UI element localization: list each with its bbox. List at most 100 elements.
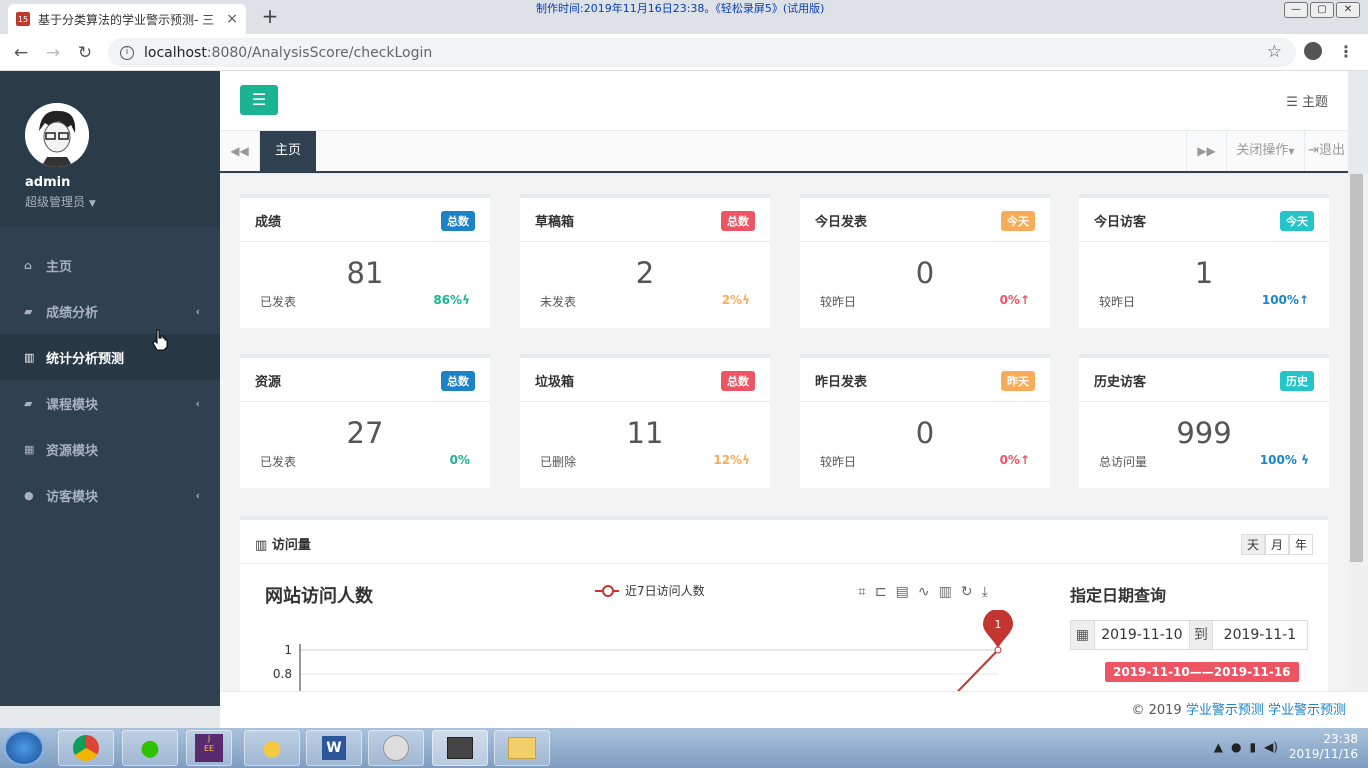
card-title: 今日访客 <box>1094 215 1147 230</box>
user-role-dropdown[interactable]: 超级管理员 ▼ <box>25 193 96 210</box>
period-month-button[interactable]: 月 <box>1264 534 1289 555</box>
window-controls: — ▢ ✕ <box>1284 2 1360 18</box>
sidebar-item-stats-prediction[interactable]: ▥ 统计分析预测 <box>0 334 220 380</box>
os-taskbar: ● J EE ● W ▲ ● ▮ ◀) 23:38 2019/11/16 <box>0 728 1368 768</box>
main-content: 成绩 总数 81 已发表 86%ϟ 草稿箱 总数 2 未发表 2%ϟ 今日发表 … <box>220 174 1348 691</box>
footer-link-2[interactable]: 学业警示预测 <box>1268 703 1346 718</box>
sidebar-item-visitor-module[interactable]: ● 访客模块 ‹ <box>0 472 220 518</box>
home-icon: ⌂ <box>24 258 32 272</box>
visits-panel-title: ▥ 访问量 <box>255 538 311 553</box>
date-to-input[interactable]: 2019-11-1 <box>1213 621 1307 649</box>
card-title: 垃圾箱 <box>535 375 575 390</box>
bolt-icon: ϟ <box>462 293 470 307</box>
restore-icon[interactable]: ↻ <box>961 584 973 600</box>
minimize-icon[interactable]: — <box>1284 2 1308 18</box>
tabs-next-icon[interactable]: ▶▶ <box>1186 131 1226 171</box>
download-icon[interactable]: ⤓ <box>982 584 988 600</box>
account-icon[interactable] <box>1304 42 1322 60</box>
zoom-icon[interactable]: ⌗ <box>858 584 866 600</box>
favicon-icon: 15 <box>16 12 30 26</box>
javaee-taskbar-icon[interactable]: J EE <box>186 730 232 766</box>
footer: © 2019 学业警示预测 学业警示预测 <box>220 691 1368 728</box>
info-icon[interactable]: i <box>120 45 134 60</box>
url-input[interactable]: i localhost:8080/AnalysisScore/checkLogi… <box>108 38 1296 67</box>
tabs-prev-icon[interactable]: ◀◀ <box>220 131 260 171</box>
folder-taskbar-icon[interactable] <box>494 730 550 766</box>
sidebar-item-score-analysis[interactable]: ▰ 成绩分析 ‹ <box>0 288 220 334</box>
tray-expand-icon[interactable]: ▲ <box>1214 740 1223 754</box>
close-tab-icon[interactable]: × <box>226 11 238 27</box>
page-tabs-bar: ◀◀ 主页 ▶▶ 关闭操作▼ ⇥退出 <box>220 131 1348 173</box>
status-badge: 总数 <box>721 371 755 391</box>
theme-button[interactable]: ☰ 主题 <box>1286 91 1328 110</box>
maximize-icon[interactable]: ▢ <box>1310 2 1334 18</box>
status-badge: 总数 <box>441 371 475 391</box>
sidebar-item-resource-module[interactable]: ▦ 资源模块 <box>0 426 220 472</box>
card-value: 11 <box>626 416 664 450</box>
chart-title: 网站访问人数 <box>265 586 373 607</box>
card-sub-label: 较昨日 <box>1099 295 1136 309</box>
menu-toggle-button[interactable]: ☰ <box>240 85 278 115</box>
line-type-icon[interactable]: ∿ <box>918 584 930 600</box>
date-from-input[interactable]: 2019-11-10 <box>1095 621 1189 649</box>
card-value: 27 <box>346 416 384 450</box>
date-query-panel: 指定日期查询 ▦ 2019-11-10 到 2019-11-1 2019-11-… <box>1070 582 1310 682</box>
close-window-icon[interactable]: ✕ <box>1336 2 1360 18</box>
card-title: 草稿箱 <box>535 215 575 230</box>
card-sub-label: 较昨日 <box>820 295 857 309</box>
volume-icon[interactable]: ◀) <box>1264 740 1278 754</box>
arrow-up-icon: ↑ <box>1019 293 1030 307</box>
stat-card-trash: 垃圾箱 总数 11 已删除 12%ϟ <box>520 354 770 488</box>
table-icon: ▦ <box>24 442 35 456</box>
chevron-left-icon: ‹ <box>195 488 200 502</box>
network-icon[interactable]: ▮ <box>1249 740 1256 754</box>
bookmark-star-icon[interactable]: ☆ <box>1267 42 1282 62</box>
word-taskbar-icon[interactable]: W <box>306 730 362 766</box>
sidebar-item-label: 课程模块 <box>46 397 99 413</box>
new-tab-button[interactable]: + <box>258 4 282 28</box>
logout-button[interactable]: ⇥退出 <box>1304 131 1348 171</box>
y-tick-label: 1 <box>284 643 292 657</box>
status-badge: 今天 <box>1280 211 1314 231</box>
qq-icon[interactable]: ● <box>1231 740 1241 754</box>
sidebar: admin 超级管理员 ▼ ⌂ 主页 ▰ 成绩分析 ‹ ▥ 统计分析预测 ▰ 课… <box>0 71 220 706</box>
browser-tab-bar: 15 基于分类算法的学业警示预测- 三 × + 制作时间:2019年11月16日… <box>0 0 1368 34</box>
bar-type-icon[interactable]: ▥ <box>939 584 952 600</box>
period-year-button[interactable]: 年 <box>1288 534 1313 555</box>
chrome-taskbar-icon[interactable] <box>58 730 114 766</box>
status-badge: 历史 <box>1280 371 1314 391</box>
period-button-group: 天 月 年 <box>1240 534 1313 555</box>
avatar[interactable] <box>25 103 89 167</box>
browser-tab[interactable]: 15 基于分类算法的学业警示预测- 三 × <box>8 4 246 34</box>
wechat-taskbar-icon[interactable]: ● <box>122 730 178 766</box>
sidebar-item-course-module[interactable]: ▰ 课程模块 ‹ <box>0 380 220 426</box>
system-clock[interactable]: 23:38 2019/11/16 <box>1289 732 1358 762</box>
calendar-icon: ▦ <box>1071 621 1095 649</box>
start-button[interactable] <box>4 730 44 766</box>
app-taskbar-icon[interactable]: ● <box>244 730 300 766</box>
chart-legend[interactable]: 近7日访问人数 <box>595 582 705 599</box>
period-day-button[interactable]: 天 <box>1240 534 1265 555</box>
sidebar-item-home[interactable]: ⌂ 主页 <box>0 242 220 288</box>
footer-copyright: © 2019 <box>1131 703 1186 718</box>
footer-link-1[interactable]: 学业警示预测 <box>1186 703 1264 718</box>
tool-taskbar-icon[interactable] <box>432 730 488 766</box>
caret-down-icon: ▼ <box>88 199 96 209</box>
browser-menu-icon[interactable]: ⋮ <box>1338 42 1354 61</box>
sidebar-item-label: 主页 <box>46 259 73 275</box>
card-percent: 0% <box>449 453 470 467</box>
tab-home[interactable]: 主页 <box>260 131 316 171</box>
top-header: ☰ ☰ 主题 <box>220 71 1348 131</box>
card-value: 0 <box>915 416 935 450</box>
forward-icon[interactable]: → <box>42 42 64 64</box>
data-view-icon[interactable]: ▤ <box>896 584 909 600</box>
arrow-up-icon: ↑ <box>1019 453 1030 467</box>
page-scrollbar-thumb[interactable] <box>1350 174 1363 562</box>
avatar-image-icon <box>25 103 89 167</box>
reload-icon[interactable]: ↻ <box>74 42 96 64</box>
card-title: 资源 <box>255 375 282 390</box>
screen-recorder-taskbar-icon[interactable] <box>368 730 424 766</box>
close-operations-dropdown[interactable]: 关闭操作▼ <box>1226 131 1304 171</box>
zoom-reset-icon[interactable]: ⊏ <box>875 584 887 600</box>
back-icon[interactable]: ← <box>10 42 32 64</box>
